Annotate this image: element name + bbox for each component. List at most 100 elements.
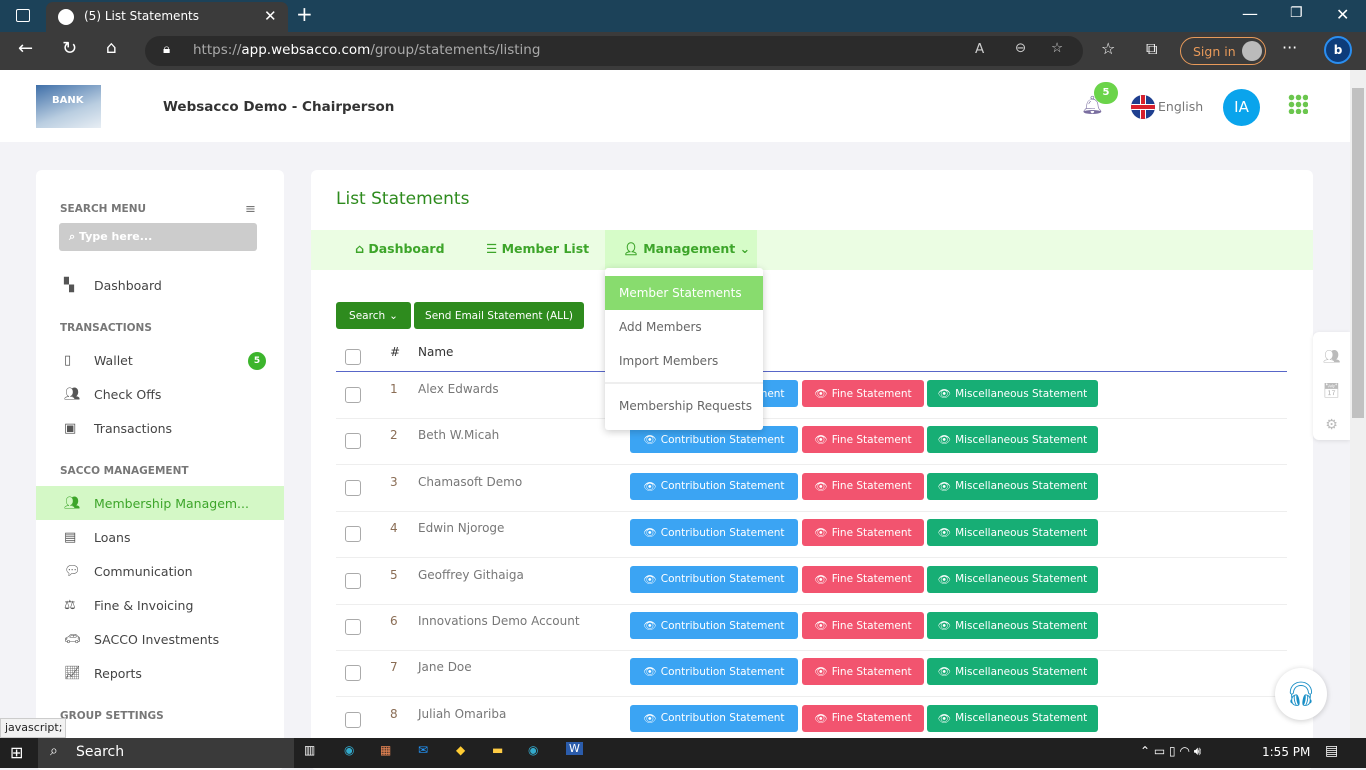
- contribution-statement-button[interactable]: 👁︎Contribution Statement: [630, 704, 798, 732]
- language-selector[interactable]: English: [1158, 99, 1203, 114]
- taskbar-search[interactable]: ⌕ Search: [38, 738, 294, 768]
- miscellaneous-statement-button[interactable]: 👁︎ Miscellaneous Statement: [927, 704, 1098, 732]
- settings-icon[interactable]: ⚙︎: [1313, 408, 1350, 442]
- new-tab-icon[interactable]: +: [296, 2, 313, 26]
- row-checkbox[interactable]: [345, 665, 361, 682]
- search-button[interactable]: Search ⌄: [336, 302, 411, 329]
- restore-icon[interactable]: ❐: [1290, 5, 1303, 21]
- sign-in-button[interactable]: Sign in: [1180, 37, 1266, 65]
- select-all-checkbox[interactable]: [345, 349, 361, 365]
- zoom-icon[interactable]: ⊖: [1015, 40, 1026, 56]
- menu-item-membership-requests[interactable]: Membership Requests: [605, 389, 763, 423]
- fine-statement-button[interactable]: 👁︎ Fine Statement: [802, 519, 924, 547]
- sidebar-item-dashboard[interactable]: ▚ Dashboard: [36, 268, 284, 302]
- edge-icon[interactable]: ◉: [344, 743, 354, 757]
- row-number: 1: [390, 382, 398, 396]
- notifications-icon[interactable]: ▤: [1325, 743, 1338, 759]
- wallet-badge: 5: [248, 352, 266, 370]
- sidebar-item-wallet[interactable]: ▯ Wallet 5: [36, 343, 284, 377]
- row-checkbox[interactable]: [345, 387, 361, 403]
- read-aloud-icon[interactable]: A: [975, 41, 984, 57]
- system-tray-icons[interactable]: ⌃ ▭ ▯ ◠ 🔊︎: [1140, 744, 1201, 759]
- close-window-icon[interactable]: ✕: [1336, 5, 1349, 24]
- contribution-statement-button[interactable]: 👁︎Contribution Statement: [630, 565, 798, 593]
- sidebar-item-loans[interactable]: ▤ Loans: [36, 520, 284, 554]
- user-avatar[interactable]: IA: [1223, 89, 1260, 126]
- row-checkbox[interactable]: [345, 711, 361, 728]
- sidebar-item-fines[interactable]: ⚖︎ Fine & Invoicing: [36, 588, 284, 622]
- miscellaneous-statement-button[interactable]: 👁︎ Miscellaneous Statement: [927, 472, 1098, 500]
- browser-tab[interactable]: (5) List Statements ✕: [46, 2, 288, 32]
- eye-icon: 👁︎: [937, 434, 952, 447]
- menu-toggle-icon[interactable]: ≡: [245, 202, 256, 217]
- eye-icon: 👁︎: [814, 434, 828, 447]
- word-icon[interactable]: W: [566, 742, 583, 755]
- back-icon[interactable]: ←: [18, 38, 33, 59]
- mail-icon[interactable]: ✉: [418, 743, 428, 757]
- member-name: Chamasoft Demo: [418, 474, 523, 489]
- nav-management[interactable]: 👤︎ Management ⌄: [605, 230, 757, 270]
- contribution-statement-button[interactable]: 👁︎Contribution Statement: [630, 519, 798, 547]
- url-field[interactable]: 🔒︎ https://app.websacco.com/group/statem…: [145, 36, 1083, 66]
- miscellaneous-statement-button[interactable]: 👁︎ Miscellaneous Statement: [927, 658, 1098, 686]
- app-icon[interactable]: ◆: [456, 743, 465, 757]
- refresh-icon[interactable]: ↻: [62, 38, 77, 59]
- contribution-statement-button[interactable]: 👁︎Contribution Statement: [630, 426, 798, 454]
- apps-grid-icon[interactable]: [1288, 94, 1308, 114]
- people-icon[interactable]: 👥︎: [1313, 340, 1350, 374]
- fine-statement-button[interactable]: 👁︎ Fine Statement: [802, 380, 924, 407]
- support-chat-icon[interactable]: 🎧︎: [1275, 668, 1327, 720]
- miscellaneous-statement-button[interactable]: 👁︎ Miscellaneous Statement: [927, 380, 1098, 407]
- windows-start-icon[interactable]: ⊞: [10, 743, 23, 762]
- fine-statement-button[interactable]: 👁︎ Fine Statement: [802, 472, 924, 500]
- contribution-statement-button[interactable]: 👁︎Contribution Statement: [630, 658, 798, 686]
- row-checkbox[interactable]: [345, 433, 361, 450]
- fine-statement-button[interactable]: 👁︎ Fine Statement: [802, 565, 924, 593]
- miscellaneous-statement-button[interactable]: 👁︎ Miscellaneous Statement: [927, 519, 1098, 547]
- sidebar-item-check-offs[interactable]: 👥︎ Check Offs: [36, 377, 284, 411]
- calendar-icon[interactable]: 📅︎: [1313, 374, 1350, 408]
- edge-icon-2[interactable]: ◉: [528, 743, 538, 757]
- home-icon[interactable]: ⌂: [106, 38, 117, 58]
- scrollbar[interactable]: [1350, 70, 1366, 738]
- car-icon: 🚗︎: [64, 631, 81, 647]
- add-favorite-icon[interactable]: ☆: [1051, 40, 1063, 56]
- minimize-icon[interactable]: —: [1242, 4, 1258, 23]
- fine-statement-button[interactable]: 👁︎ Fine Statement: [802, 612, 924, 639]
- miscellaneous-statement-button[interactable]: 👁︎ Miscellaneous Statement: [927, 565, 1098, 593]
- sidebar-item-investments[interactable]: 🚗︎ SACCO Investments: [36, 622, 284, 656]
- sidebar-item-reports[interactable]: 📈︎ Reports: [36, 656, 284, 690]
- clock[interactable]: 1:55 PM: [1262, 745, 1310, 759]
- favorites-icon[interactable]: ☆: [1101, 39, 1115, 58]
- nav-dashboard[interactable]: ⌂ Dashboard: [355, 241, 445, 256]
- task-view-icon[interactable]: ▥: [304, 743, 315, 757]
- tab-actions-icon[interactable]: [16, 9, 30, 22]
- menu-item-member-statements[interactable]: Member Statements: [605, 276, 763, 310]
- menu-search-input[interactable]: ⌕ Type here...: [59, 223, 257, 251]
- contribution-statement-button[interactable]: 👁︎Contribution Statement: [630, 472, 798, 500]
- more-icon[interactable]: ···: [1282, 38, 1297, 57]
- bing-icon[interactable]: b: [1324, 36, 1352, 64]
- close-tab-icon[interactable]: ✕: [264, 7, 277, 25]
- menu-item-import-members[interactable]: Import Members: [605, 344, 763, 378]
- nav-member-list[interactable]: ☰ Member List: [486, 241, 589, 256]
- file-explorer-icon[interactable]: ▬: [492, 743, 503, 757]
- miscellaneous-statement-button[interactable]: 👁︎ Miscellaneous Statement: [927, 612, 1098, 639]
- contribution-statement-button[interactable]: 👁︎Contribution Statement: [630, 612, 798, 639]
- row-checkbox[interactable]: [345, 479, 361, 496]
- store-icon[interactable]: ▦: [380, 743, 391, 757]
- sidebar-item-membership[interactable]: 👥︎ Membership Managem...: [36, 486, 284, 520]
- fine-statement-button[interactable]: 👁︎ Fine Statement: [802, 658, 924, 686]
- row-checkbox[interactable]: [345, 572, 361, 589]
- menu-item-add-members[interactable]: Add Members: [605, 310, 763, 344]
- uk-flag-icon[interactable]: [1131, 95, 1155, 119]
- sidebar-item-transactions[interactable]: ▣ Transactions: [36, 411, 284, 445]
- fine-statement-button[interactable]: 👁︎ Fine Statement: [802, 704, 924, 732]
- sidebar-item-communication[interactable]: 💬︎ Communication: [36, 554, 284, 588]
- row-checkbox[interactable]: [345, 526, 361, 543]
- miscellaneous-statement-button[interactable]: 👁︎ Miscellaneous Statement: [927, 426, 1098, 454]
- collections-icon[interactable]: ⧉: [1146, 39, 1157, 59]
- send-email-statement-button[interactable]: Send Email Statement (ALL): [414, 302, 584, 329]
- row-checkbox[interactable]: [345, 619, 361, 635]
- fine-statement-button[interactable]: 👁︎ Fine Statement: [802, 426, 924, 454]
